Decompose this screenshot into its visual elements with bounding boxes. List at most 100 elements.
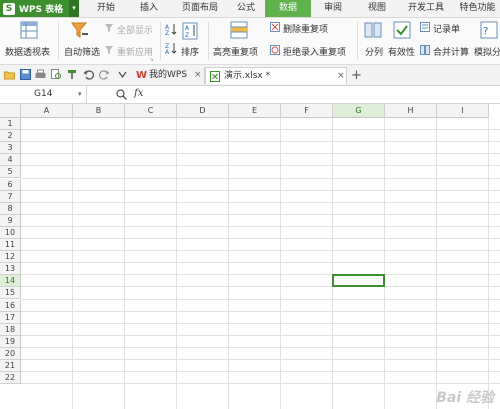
doc-tab-my-wps[interactable]: W 我的WPS × — [132, 67, 205, 84]
reapply-icon — [105, 46, 113, 54]
row-header-11[interactable]: 11 — [0, 239, 21, 252]
column-header-a[interactable]: A — [21, 104, 73, 118]
remove-duplicates-icon — [270, 22, 280, 32]
row-header-3[interactable]: 3 — [0, 142, 21, 155]
column-header-b[interactable]: B — [73, 104, 125, 118]
grid-line — [72, 118, 73, 409]
row-header-20[interactable]: 20 — [0, 347, 21, 360]
customize-toolbar-icon[interactable] — [117, 69, 128, 80]
row-header-16[interactable]: 16 — [0, 299, 21, 312]
grid-line — [280, 118, 281, 409]
tab-home[interactable]: 开始 — [86, 0, 126, 17]
column-header-i[interactable]: I — [437, 104, 489, 118]
column-header-h[interactable]: H — [385, 104, 437, 118]
format-painter-icon[interactable] — [67, 69, 78, 80]
grid-line — [21, 250, 500, 252]
grid-line — [21, 298, 500, 300]
row-header-19[interactable]: 19 — [0, 335, 21, 348]
insert-function-button[interactable]: fx — [134, 88, 143, 99]
grid-line — [21, 213, 500, 215]
show-all-label: 全部显示 — [117, 26, 154, 36]
grid-line — [21, 322, 500, 324]
reapply-label: 重新应用 — [117, 48, 154, 58]
row-header-14[interactable]: 14 — [0, 275, 21, 288]
tab-page-layout[interactable]: 页面布局 — [172, 0, 228, 17]
column-header-c[interactable]: C — [125, 104, 177, 118]
grid-line — [21, 310, 500, 312]
separator — [208, 22, 209, 60]
app-dropdown-icon[interactable]: ▾ — [69, 0, 79, 17]
tab-data[interactable]: 数据 — [265, 0, 311, 17]
row-header-8[interactable]: 8 — [0, 202, 21, 215]
row-header-12[interactable]: 12 — [0, 251, 21, 264]
select-all-corner[interactable] — [0, 104, 21, 118]
grid-line — [21, 153, 500, 155]
row-header-1[interactable]: 1 — [0, 118, 21, 131]
doc-tab-active[interactable]: 演示.xlsx * × — [205, 67, 347, 84]
active-cell[interactable] — [332, 274, 385, 288]
grid-line — [21, 165, 500, 167]
column-header-f[interactable]: F — [281, 104, 333, 118]
tab-features[interactable]: 特色功能 — [455, 0, 500, 17]
column-header-d[interactable]: D — [177, 104, 229, 118]
grid-line — [21, 274, 500, 276]
quick-access-bar: W 我的WPS × 演示.xlsx * × + — [0, 65, 500, 86]
name-box[interactable]: G14 ▾ — [0, 86, 87, 103]
column-header-e[interactable]: E — [229, 104, 281, 118]
grid-line — [332, 118, 333, 409]
separator — [58, 22, 59, 60]
zoom-icon[interactable] — [116, 89, 127, 100]
row-header-22[interactable]: 22 — [0, 372, 21, 385]
grid-line — [384, 118, 385, 409]
svg-text:Z: Z — [165, 30, 169, 35]
print-icon[interactable] — [35, 69, 46, 80]
row-header-17[interactable]: 17 — [0, 311, 21, 324]
row-header-6[interactable]: 6 — [0, 178, 21, 191]
filter-dialog-launcher-icon[interactable]: ↘ — [149, 56, 154, 63]
grid-line — [21, 238, 500, 239]
separator — [357, 22, 358, 60]
spreadsheet-file-icon — [210, 71, 220, 82]
filter-icon — [71, 22, 88, 38]
row-header-9[interactable]: 9 — [0, 214, 21, 227]
undo-icon[interactable] — [83, 69, 94, 80]
row-header-13[interactable]: 13 — [0, 263, 21, 276]
baidu-jingyan-watermark: Bai 经验 — [436, 390, 494, 406]
column-header-g[interactable]: G — [333, 104, 385, 118]
tab-insert[interactable]: 插入 — [130, 0, 168, 17]
tab-formulas[interactable]: 公式 — [230, 0, 262, 17]
grid-line — [21, 383, 500, 385]
row-header-21[interactable]: 21 — [0, 360, 21, 373]
grid-line — [21, 189, 500, 191]
row-header-4[interactable]: 4 — [0, 154, 21, 167]
grid-line — [21, 334, 500, 336]
row-header-18[interactable]: 18 — [0, 323, 21, 336]
row-header-2[interactable]: 2 — [0, 130, 21, 143]
row-header-7[interactable]: 7 — [0, 190, 21, 203]
formula-input[interactable] — [153, 86, 500, 103]
chevron-down-icon[interactable]: ▾ — [78, 86, 82, 103]
grid-line — [21, 201, 500, 203]
consolidate-label: 合并计算 — [433, 48, 470, 58]
tab-view[interactable]: 视图 — [360, 0, 394, 17]
pivot-table-label: 数据透视表 — [5, 48, 51, 58]
new-tab-button[interactable]: + — [351, 67, 362, 84]
reject-duplicates-label: 拒绝录入重复项 — [283, 48, 347, 58]
redo-icon[interactable] — [99, 69, 110, 80]
record-form-label: 记录单 — [433, 25, 461, 35]
open-folder-icon[interactable] — [4, 69, 15, 80]
row-header-5[interactable]: 5 — [0, 166, 21, 179]
grid-line — [21, 359, 500, 360]
sort-label: 排序 — [181, 48, 200, 58]
validity-label: 有效性 — [388, 48, 416, 58]
tab-developer[interactable]: 开发工具 — [402, 0, 450, 17]
tab-review[interactable]: 审阅 — [315, 0, 351, 17]
print-preview-icon[interactable] — [51, 69, 62, 80]
row-header-10[interactable]: 10 — [0, 226, 21, 239]
row-header-15[interactable]: 15 — [0, 287, 21, 300]
close-icon[interactable]: × — [337, 68, 345, 85]
close-icon[interactable]: × — [194, 67, 202, 84]
spreadsheet-grid: ABCDEFGHI 1 2 3 4 5 6 7 8 9 10 11 12 13 14 15 16 17 18 19 2… — [0, 104, 500, 409]
app-menu-button[interactable]: S WPS 表格 ▾ — [0, 0, 79, 17]
save-icon[interactable] — [20, 69, 31, 80]
